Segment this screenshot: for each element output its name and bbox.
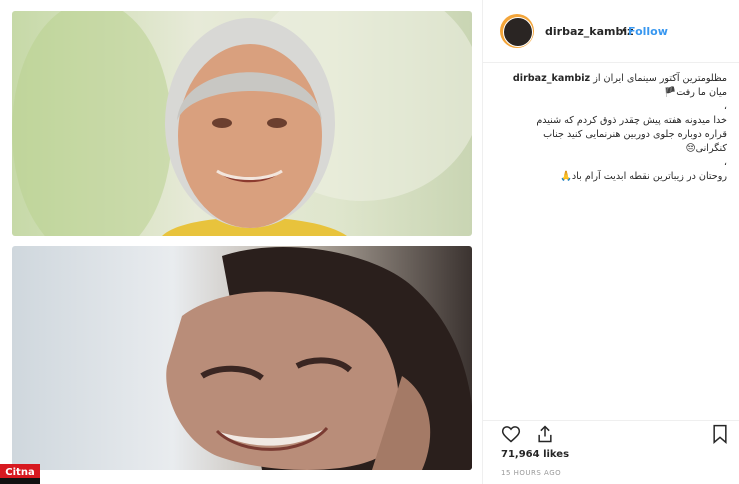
heart-icon[interactable] <box>501 424 521 444</box>
follow-button[interactable]: Follow <box>628 25 668 38</box>
caption-line-7: ، <box>723 157 727 168</box>
avatar-image <box>503 17 533 47</box>
avatar[interactable] <box>500 14 534 48</box>
caption-username-link[interactable]: dirbaz_kambiz <box>513 73 590 84</box>
post-caption: مظلومترین آکتور سینمای ایران از dirbaz_k… <box>495 72 727 184</box>
watermark-strip <box>0 478 40 484</box>
post-actions-bar <box>483 420 739 447</box>
caption-line-1: مظلومترین آکتور سینمای ایران از dirbaz_k… <box>512 73 727 84</box>
caption-line-6: کنگرانی😔 <box>685 143 727 154</box>
likes-count[interactable]: 71,964 likes <box>501 449 569 460</box>
post-media <box>0 0 482 484</box>
caption-line-2: میان ما رفت🏴 <box>664 87 727 98</box>
share-icon[interactable] <box>535 424 555 444</box>
post-timestamp[interactable]: 15 HOURS AGO <box>501 469 561 477</box>
bookmark-icon[interactable] <box>711 424 729 444</box>
post-header: dirbaz_kambiz • Follow <box>483 0 739 63</box>
instagram-post: dirbaz_kambiz • Follow مظلومترین آکتور س… <box>0 0 739 484</box>
post-sidebar: dirbaz_kambiz • Follow مظلومترین آکتور س… <box>482 0 739 484</box>
caption-line-3: ، <box>723 101 727 112</box>
separator-dot: • <box>621 24 628 37</box>
post-photo-top <box>12 11 472 236</box>
post-photo-bottom <box>12 246 472 470</box>
caption-line-8: روحتان در زیباترین نقطه ابدیت آرام باد🙏 <box>559 171 727 182</box>
caption-line-4: خدا میدونه هفته پیش چقدر ذوق کردم که شنی… <box>536 115 727 126</box>
caption-line-5: قراره دوباره جلوی دوربین هنرنمایی کنید ج… <box>543 129 727 140</box>
